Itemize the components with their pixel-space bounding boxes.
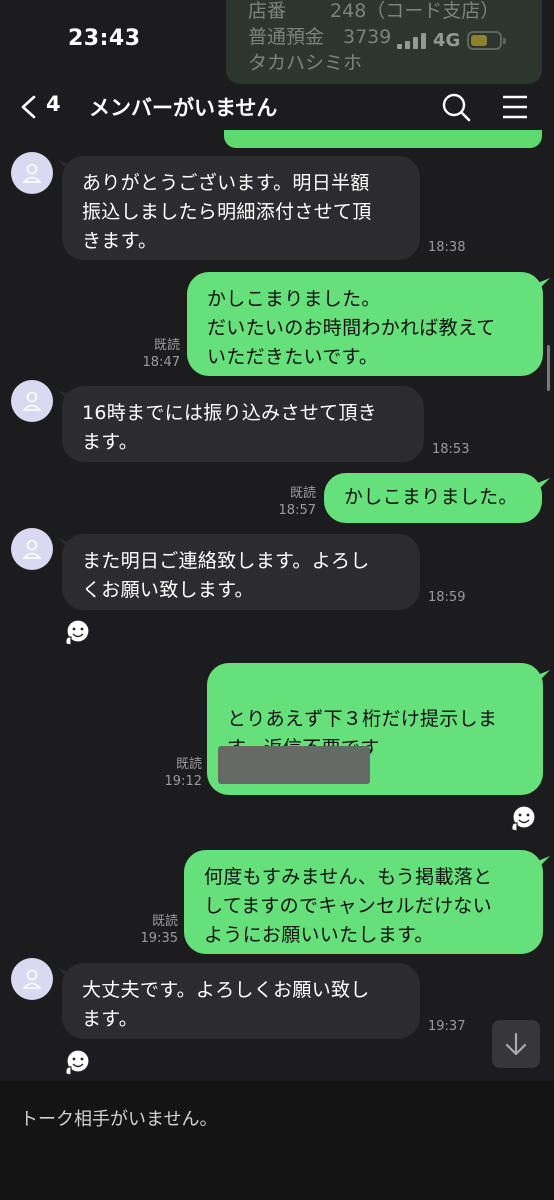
message-bubble[interactable]: ありがとうございます。明日半額 振込しましたら明細添付させて頂 きます。 xyxy=(62,156,420,260)
sticker-icon[interactable] xyxy=(62,618,92,648)
avatar-icon xyxy=(22,539,42,559)
menu-icon[interactable] xyxy=(502,94,528,120)
message-bubble[interactable]: かしこまりました。 だいたいのお時間わかれば教えて いただきたいです。 xyxy=(187,272,543,376)
search-icon[interactable] xyxy=(441,92,471,122)
arrow-down-icon xyxy=(505,1032,527,1056)
read-receipt: 既読 18:47 xyxy=(142,338,180,370)
status-time: 23:43 xyxy=(68,26,141,51)
scroll-to-bottom-button[interactable] xyxy=(492,1020,540,1068)
message-bubble[interactable]: 大丈夫です。よろしくお願い致し ます。 xyxy=(62,963,420,1039)
avatar-icon xyxy=(22,969,42,989)
message-bubble[interactable]: また明日ご連絡致します。よろし くお願い致します。 xyxy=(62,534,420,610)
sticker-icon[interactable] xyxy=(508,804,538,834)
chat-header: 4 メンバーがいません xyxy=(0,84,554,130)
avatar-icon xyxy=(22,391,42,411)
avatar[interactable] xyxy=(11,528,53,570)
avatar[interactable] xyxy=(11,152,53,194)
pinned-message-banner[interactable] xyxy=(224,130,542,148)
message-time: 18:59 xyxy=(428,590,466,605)
footer-bar: トーク相手がいません。 xyxy=(0,1081,554,1200)
attachment-image[interactable] xyxy=(218,746,370,784)
avatar[interactable] xyxy=(11,380,53,422)
message-time: 19:37 xyxy=(428,1019,466,1034)
avatar[interactable] xyxy=(11,958,53,1000)
pinned-message-preview[interactable]: 店番 248（コード支店） 普通預金 3739 タカハシミホ xyxy=(226,0,542,84)
sticker-icon[interactable] xyxy=(62,1048,92,1078)
preview-line-2: 普通預金 3739 xyxy=(248,26,392,48)
message-bubble[interactable]: 16時までには振り込みさせて頂き ます。 xyxy=(62,386,424,462)
read-receipt: 既読 18:57 xyxy=(278,486,316,518)
preview-line-1: 店番 248（コード支店） xyxy=(248,0,500,22)
unread-count[interactable]: 4 xyxy=(46,92,61,116)
read-receipt: 既読 19:35 xyxy=(140,914,178,946)
back-icon[interactable] xyxy=(18,94,42,120)
avatar-icon xyxy=(22,163,42,183)
message-bubble[interactable]: かしこまりました。 xyxy=(324,473,542,523)
message-time: 18:53 xyxy=(432,442,470,457)
chat-title: メンバーがいません xyxy=(89,96,278,120)
message-bubble[interactable]: 何度もすみません、もう掲載落と してますのでキャンセルだけない ようにお願いいた… xyxy=(184,850,543,954)
no-member-notice: トーク相手がいません。 xyxy=(20,1109,218,1130)
read-receipt: 既読 19:12 xyxy=(164,757,202,789)
message-time: 18:38 xyxy=(428,240,466,255)
scrollbar[interactable] xyxy=(547,345,550,391)
preview-line-3: タカハシミホ xyxy=(248,52,363,74)
